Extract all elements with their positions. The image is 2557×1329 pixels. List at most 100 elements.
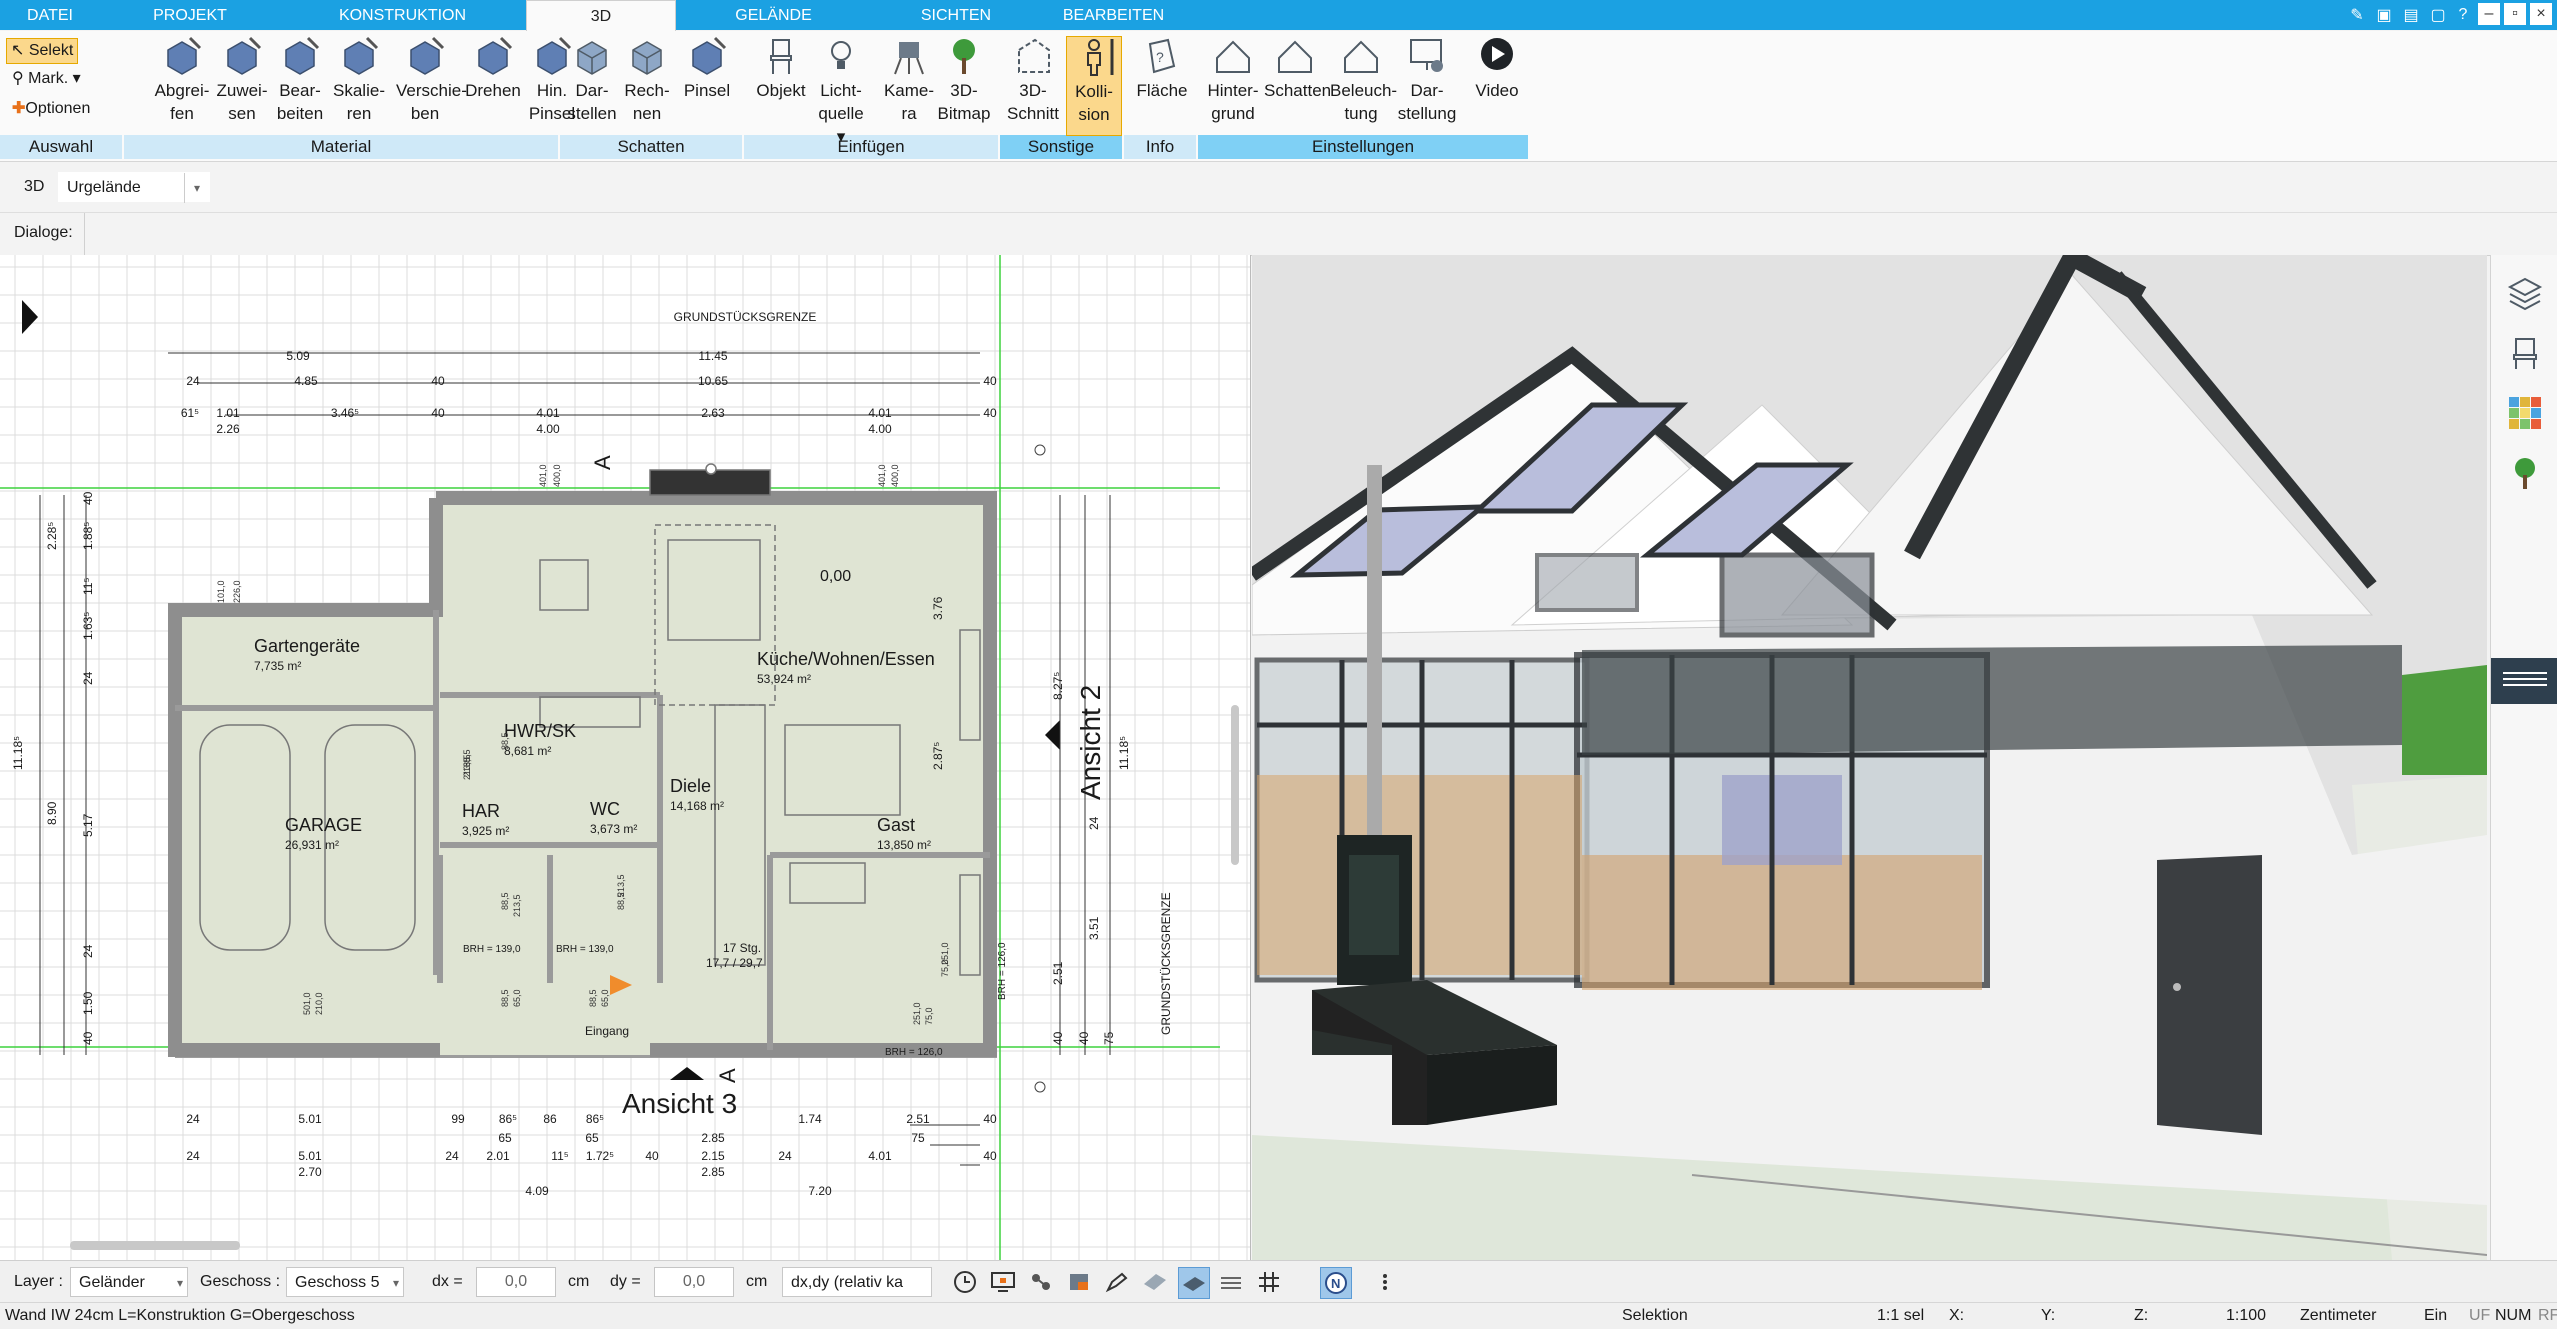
ribbon-button-kolli-sion[interactable]: Kolli-sion xyxy=(1066,36,1122,136)
tab-3d[interactable]: 3D xyxy=(526,0,676,32)
room-name: WC xyxy=(590,799,620,819)
ribbon-button-bear-beiten[interactable]: Bear-beiten xyxy=(271,36,329,134)
dimension-label: 65 xyxy=(585,1131,599,1145)
dy-unit: cm xyxy=(746,1273,768,1290)
tools-icon[interactable]: ✎ xyxy=(2345,3,2369,27)
grid-icon[interactable] xyxy=(1254,1267,1284,1297)
tab-gelaende[interactable]: GELÄNDE xyxy=(676,0,871,30)
ribbon-button-label: Licht- xyxy=(820,81,862,100)
dimension-label: 40 xyxy=(1051,1031,1065,1045)
ribbon-button-drehen[interactable]: Drehen xyxy=(464,36,522,134)
play-arrow-icon[interactable] xyxy=(22,300,38,334)
floor-plan-canvas[interactable]: GRUNDSTÜCKSGRENZE GRUNDSTÜCKSGRENZE Ansich… xyxy=(0,255,1251,1260)
dimension-label: 3.76 xyxy=(931,596,945,620)
terrain-select[interactable]: Urgelände ▾ xyxy=(58,172,210,203)
layer-select[interactable]: Geländer ▾ xyxy=(70,1267,188,1297)
tree-icon[interactable] xyxy=(2507,455,2543,491)
minimize-icon[interactable]: – xyxy=(2478,3,2500,25)
dimension-label: 88,5 xyxy=(500,892,510,910)
ribbon-button-pinsel[interactable]: Pinsel xyxy=(680,36,734,134)
ribbon-button-zuwei-sen[interactable]: Zuwei-sen xyxy=(213,36,271,134)
hatch-icon[interactable] xyxy=(1140,1267,1170,1297)
help-icon[interactable]: ? xyxy=(2451,3,2475,27)
more-icon[interactable] xyxy=(1370,1267,1400,1297)
chair-icon[interactable] xyxy=(2507,335,2543,371)
vertical-scrollbar[interactable] xyxy=(1231,705,1239,865)
geschoss-select[interactable]: Geschoss 5 ▾ xyxy=(286,1267,404,1297)
monitor-icon[interactable] xyxy=(988,1267,1018,1297)
dy-input[interactable]: 0,0 xyxy=(654,1267,734,1297)
ribbon-button-label: ren xyxy=(346,104,372,123)
ribbon-button-hinter-grund[interactable]: Hinter-grund xyxy=(1202,36,1264,134)
clock-icon[interactable] xyxy=(950,1267,980,1297)
selekt-button[interactable]: ↖ Selekt xyxy=(6,38,79,64)
dimension-label: 4.01 xyxy=(868,406,892,420)
tab-sichten[interactable]: SICHTEN xyxy=(871,0,1041,30)
camera-icon xyxy=(894,42,924,75)
tab-datei[interactable]: DATEI xyxy=(0,0,100,30)
ribbon-button-3d-bitmap[interactable]: 3D- Bitmap xyxy=(935,36,993,134)
layers-icon[interactable] xyxy=(2507,275,2543,311)
maximize-icon[interactable]: ▫ xyxy=(2504,3,2526,25)
dimension-label: 40 xyxy=(983,374,997,388)
status-uf: UF xyxy=(2469,1307,2491,1324)
restore-icon[interactable]: ▢ xyxy=(2426,3,2450,27)
ribbon-button-label: ben xyxy=(410,104,440,123)
room-name: HWR/SK xyxy=(504,721,576,741)
ribbon-button-fläche[interactable]: ? Fläche xyxy=(1132,36,1192,134)
ribbon-button-label: Drehen xyxy=(465,81,521,100)
terrain-value: Urgelände xyxy=(67,179,141,196)
selekt-label: Selekt xyxy=(28,42,74,59)
ribbon-button-video[interactable]: Video xyxy=(1466,36,1528,134)
dimension-label: 4.09 xyxy=(525,1184,549,1198)
ribbon-button-kame-ra[interactable]: Kame-ra xyxy=(880,36,938,134)
ribbon-button-verschie-ben[interactable]: Verschie-ben xyxy=(396,36,467,134)
dx-input[interactable]: 0,0 xyxy=(476,1267,556,1297)
material-palette-icon[interactable] xyxy=(2507,395,2543,431)
dimension-label: 4.00 xyxy=(868,422,892,436)
ribbon-button-licht-quelle[interactable]: Licht-quelle ▾ xyxy=(812,36,870,146)
optionen-button[interactable]: ✚Optionen xyxy=(8,97,94,121)
ribbon-button-schatten[interactable]: Schatten xyxy=(1264,36,1331,134)
dimension-label: 1.88⁵ xyxy=(81,522,95,550)
3d-viewport[interactable] xyxy=(1252,255,2487,1260)
close-icon[interactable]: × xyxy=(2530,3,2552,25)
north-icon[interactable]: N xyxy=(1320,1267,1352,1299)
panel-toggle-button[interactable] xyxy=(2491,658,2557,704)
dimension-label: 8.90 xyxy=(45,801,59,825)
coordinate-mode-select[interactable]: dx,dy (relativ ka xyxy=(782,1267,932,1297)
network-icon[interactable] xyxy=(1026,1267,1056,1297)
tab-projekt[interactable]: PROJEKT xyxy=(100,0,280,30)
ribbon-button-skalie-ren[interactable]: Skalie-ren xyxy=(330,36,388,134)
optionen-label: Optionen xyxy=(25,100,91,117)
plane-icon[interactable] xyxy=(1178,1267,1210,1299)
view-toolbar: 3D Urgelände ▾ xyxy=(0,162,2557,213)
database-icon[interactable] xyxy=(1064,1267,1094,1297)
tab-bearbeiten[interactable]: BEARBEITEN xyxy=(1041,0,1186,30)
dimension-label: 24 xyxy=(81,671,95,685)
dimension-label: 400,0 xyxy=(890,464,900,487)
horizontal-scrollbar[interactable] xyxy=(70,1241,240,1250)
window-icon[interactable]: ▣ xyxy=(2372,3,2396,27)
ribbon-button-label: Hinter- xyxy=(1207,81,1259,100)
status-y: Y: xyxy=(2041,1307,2056,1324)
ribbon-button-beleuch-tung[interactable]: Beleuch-tung xyxy=(1330,36,1397,134)
mark-icon: ⚲ xyxy=(12,70,29,87)
ribbon-button-dar-stellung[interactable]: Dar-stellung xyxy=(1396,36,1458,134)
eyedrop-icon xyxy=(167,36,202,75)
pencil-icon[interactable] xyxy=(1102,1267,1132,1297)
ribbon-button-label: Pinsel xyxy=(683,81,731,100)
mark-button[interactable]: ⚲ Mark. ▾ xyxy=(8,67,85,91)
chevron-down-icon: ▾ xyxy=(176,1276,183,1290)
stack-icon[interactable] xyxy=(1216,1267,1246,1297)
ribbon-button-3d-schnitt[interactable]: 3D- Schnitt xyxy=(1006,36,1060,134)
ribbon-button-objekt[interactable]: Objekt xyxy=(752,36,810,134)
room-name: Diele xyxy=(670,776,711,796)
ribbon-button-dar-stellen[interactable]: Dar-stellen xyxy=(565,36,619,134)
ribbon-button-label: Schnitt xyxy=(1007,104,1059,123)
layout-icon[interactable]: ▤ xyxy=(2399,3,2423,27)
dimension-label: 400,0 xyxy=(552,464,562,487)
ribbon-button-rech-nen[interactable]: Rech-nen xyxy=(620,36,674,134)
tab-konstruktion[interactable]: KONSTRUKTION xyxy=(280,0,525,30)
ribbon-button-abgrei-fen[interactable]: Abgrei-fen xyxy=(153,36,211,134)
